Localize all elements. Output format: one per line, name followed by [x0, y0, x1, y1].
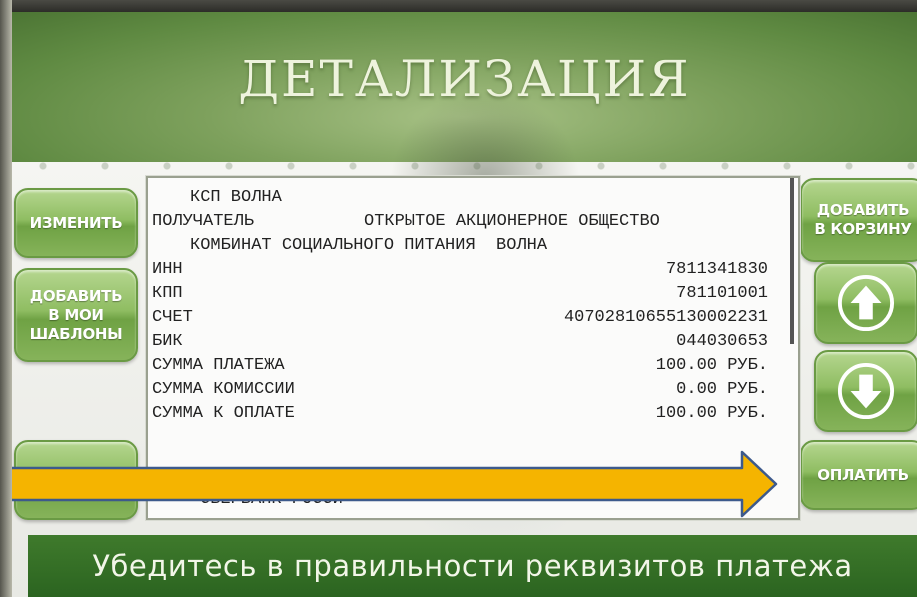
detail-value: 044030653	[676, 332, 768, 351]
recipient-label: ПОЛУЧАТЕЛЬ	[152, 212, 255, 231]
cart-label-1: ДОБАВИТЬ	[816, 201, 910, 219]
recipient-value-1: ОТКРЫТОЕ АКЦИОНЕРНОЕ ОБЩЕСТВО	[364, 212, 660, 231]
detail-value: 0.00 РУБ.	[676, 380, 768, 399]
bezel-left	[0, 0, 12, 597]
recipient-value-2: КОМБИНАТ СОЦИАЛЬНОГО ПИТАНИЯ ВОЛНА	[190, 236, 548, 255]
templates-label-2: В МОИ	[48, 305, 104, 324]
detail-value: 100.00 РУБ.	[655, 404, 768, 423]
bezel-top	[0, 0, 917, 12]
atm-screen: ДЕТАЛИЗАЦИЯ ИЗМЕНИТЬ ДОБАВИТЬ В МОИ ШАБЛ…	[0, 0, 917, 597]
scroll-down-button[interactable]	[814, 350, 917, 432]
scroll-up-button[interactable]	[814, 262, 917, 344]
detail-value: 100.00 РУБ.	[655, 356, 768, 375]
templates-label-1: ДОБАВИТЬ	[29, 286, 123, 305]
detail-value: 781101001	[676, 284, 768, 303]
arrow-down-icon	[837, 362, 895, 420]
detail-label: КПП	[152, 284, 183, 303]
add-to-templates-button[interactable]: ДОБАВИТЬ В МОИ ШАБЛОНЫ	[14, 268, 138, 362]
change-button[interactable]: ИЗМЕНИТЬ	[14, 188, 138, 258]
detail-label: СУММА ПЛАТЕЖА	[152, 356, 285, 375]
pay-button-label: ОПЛАТИТЬ	[817, 465, 909, 484]
change-button-label: ИЗМЕНИТЬ	[29, 213, 123, 232]
detail-label: СУММА К ОПЛАТЕ	[152, 404, 295, 423]
detail-label: БИК	[152, 332, 183, 351]
provider-name: КСП ВОЛНА	[190, 188, 282, 207]
cart-label-2: В КОРЗИНУ	[814, 220, 912, 238]
footer-message: Убедитесь в правильности реквизитов плат…	[92, 549, 853, 583]
scrollbar[interactable]	[790, 178, 794, 344]
templates-label-3: ШАБЛОНЫ	[29, 324, 123, 343]
detail-value: 7811341830	[665, 260, 768, 279]
detail-label: СУММА КОМИССИИ	[152, 380, 295, 399]
add-to-cart-button[interactable]: ДОБАВИТЬ В КОРЗИНУ	[800, 178, 917, 262]
footer-banner: Убедитесь в правильности реквизитов плат…	[28, 535, 917, 597]
pay-button[interactable]: ОПЛАТИТЬ	[800, 440, 917, 510]
detail-value: 40702810655130002231	[563, 308, 768, 327]
detail-label: СЧЕТ	[152, 308, 193, 327]
arrow-up-icon	[837, 274, 895, 332]
detail-label: ИНН	[152, 260, 183, 279]
annotation-arrow-icon	[0, 450, 778, 518]
